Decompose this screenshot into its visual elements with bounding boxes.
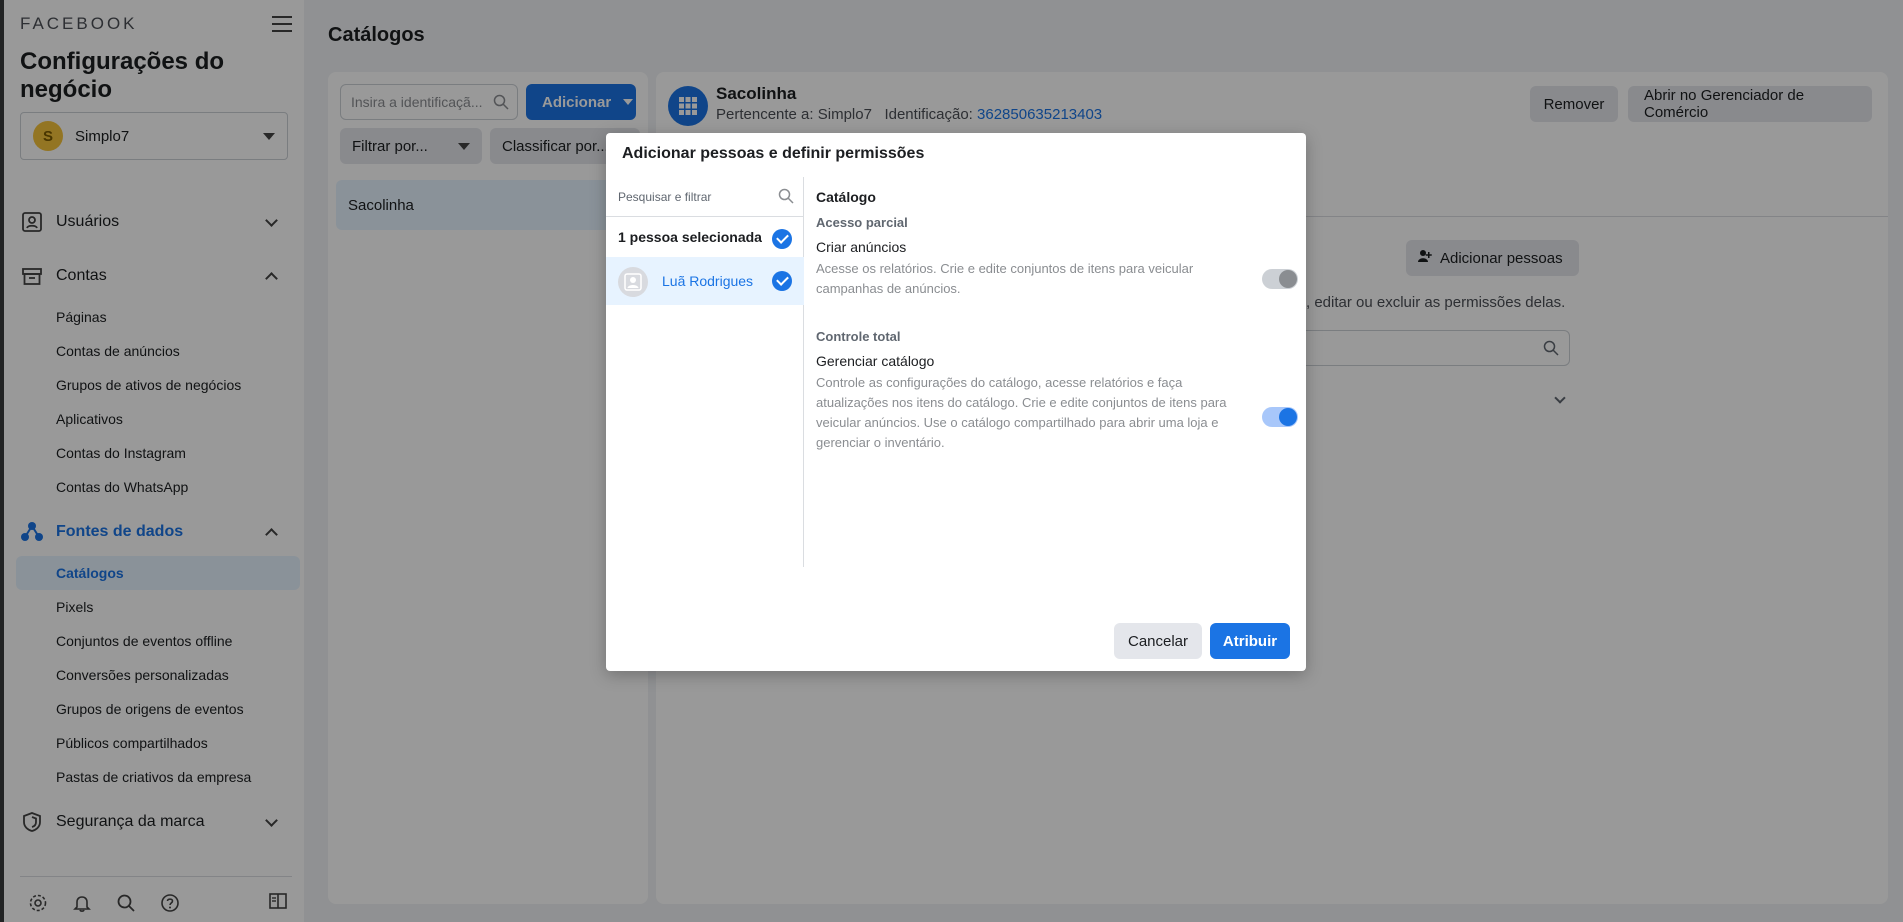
manage-catalog-toggle[interactable] bbox=[1262, 407, 1298, 427]
partial-access-title: Acesso parcial bbox=[816, 215, 908, 230]
manage-catalog-permission: Gerenciar catálogo bbox=[816, 353, 935, 369]
cancel-button[interactable]: Cancelar bbox=[1114, 623, 1202, 659]
search-icon bbox=[778, 188, 794, 207]
person-row[interactable]: Luã Rodrigues bbox=[606, 257, 804, 305]
people-selector: Pesquisar e filtrar 1 pessoa selecionada… bbox=[606, 177, 804, 567]
assign-button[interactable]: Atribuir bbox=[1210, 623, 1290, 659]
create-ads-description: Acesse os relatórios. Crie e edite conju… bbox=[816, 261, 1194, 296]
permission-section-title: Catálogo bbox=[816, 189, 876, 205]
modal-title: Adicionar pessoas e definir permissões bbox=[622, 145, 925, 162]
create-ads-toggle[interactable] bbox=[1262, 269, 1298, 289]
manage-catalog-description: Controle as configurações do catálogo, a… bbox=[816, 375, 1227, 450]
select-all-check-icon[interactable] bbox=[772, 229, 792, 249]
create-ads-permission: Criar anúncios bbox=[816, 239, 907, 255]
person-name: Luã Rodrigues bbox=[662, 273, 754, 289]
people-filter-input[interactable]: Pesquisar e filtrar bbox=[606, 177, 804, 217]
full-control-title: Controle total bbox=[816, 329, 901, 344]
selected-count: 1 pessoa selecionada bbox=[618, 229, 762, 245]
person-avatar-icon bbox=[618, 267, 648, 297]
people-filter-placeholder: Pesquisar e filtrar bbox=[618, 189, 712, 204]
add-people-modal: Adicionar pessoas e definir permissões P… bbox=[606, 133, 1306, 671]
person-selected-check-icon[interactable] bbox=[772, 271, 792, 291]
